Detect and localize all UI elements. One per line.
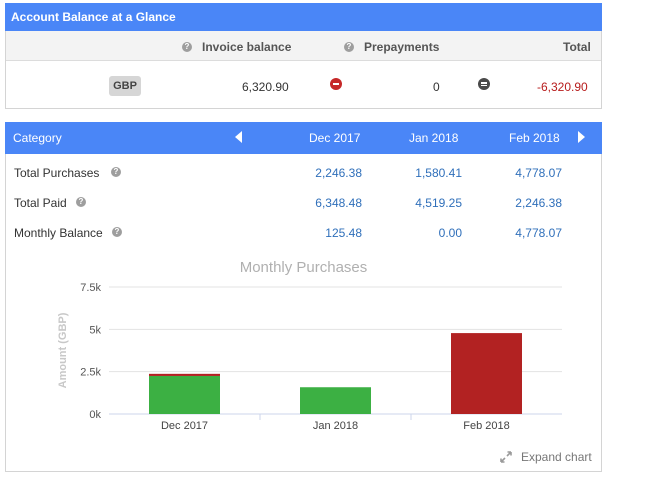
bar [300, 387, 371, 414]
monthly-purchases-chart: 0k 2.5k 5k 7.5k Amount (GBP) Dec 2017 Jan 2018… [57, 282, 562, 432]
total-paid-label: Total Paid [14, 196, 67, 210]
equals-icon [478, 78, 490, 90]
category-label: Category [13, 131, 62, 145]
account-balance-header: Account Balance at a Glance [5, 3, 602, 31]
x-tick-label: Jan 2018 [313, 420, 358, 432]
invoice-balance-header: Invoice balance [202, 40, 292, 54]
monthly-balance-dec: 125.48 [325, 226, 362, 240]
total-header: Total [563, 40, 591, 54]
expand-icon[interactable] [500, 451, 512, 463]
monthly-balance-jan: 0.00 [438, 226, 462, 240]
prepayments-value: 0 [433, 80, 440, 94]
currency-badge: GBP [109, 76, 141, 96]
account-balance-title: Account Balance at a Glance [11, 10, 176, 24]
y-tick-label: 5k [89, 324, 101, 336]
category-header: Category Dec 2017 Jan 2018 Feb 2018 [5, 122, 602, 154]
x-tick-label: Dec 2017 [161, 420, 208, 432]
next-month-arrow-icon[interactable] [578, 131, 585, 143]
bar [451, 333, 522, 414]
monthly-balance-feb: 4,778.07 [515, 226, 562, 240]
invoice-balance-value: 6,320.90 [242, 80, 289, 94]
monthly-balance-label: Monthly Balance [14, 226, 103, 240]
help-icon[interactable]: ? [111, 167, 121, 177]
total-purchases-jan: 1,580.41 [415, 166, 462, 180]
bar-segment [149, 373, 220, 376]
account-balance-panel: Account Balance at a Glance ? Invoice ba… [5, 3, 602, 109]
y-axis-title: Amount (GBP) [57, 312, 69, 388]
monthly-breakdown-panel: Category Dec 2017 Jan 2018 Feb 2018 Tota… [5, 122, 602, 472]
total-value: -6,320.90 [537, 80, 588, 94]
x-tick-label: Feb 2018 [463, 420, 509, 432]
expand-chart-link[interactable]: Expand chart [521, 450, 592, 464]
help-icon[interactable]: ? [112, 227, 122, 237]
y-tick-label: 7.5k [80, 282, 101, 294]
y-tick-label: 0k [89, 409, 101, 421]
y-tick-label: 2.5k [80, 367, 101, 379]
total-paid-jan: 4,519.25 [415, 196, 462, 210]
help-icon[interactable]: ? [344, 42, 354, 52]
minus-icon [330, 78, 342, 90]
column-feb-2018: Feb 2018 [509, 131, 560, 145]
prepayments-header: Prepayments [364, 40, 440, 54]
total-purchases-dec: 2,246.38 [315, 166, 362, 180]
help-icon[interactable]: ? [182, 42, 192, 52]
column-dec-2017: Dec 2017 [309, 131, 361, 145]
help-icon[interactable]: ? [76, 197, 86, 207]
total-paid-feb: 2,246.38 [515, 196, 562, 210]
previous-month-arrow-icon[interactable] [235, 131, 242, 143]
total-purchases-label: Total Purchases [14, 166, 100, 180]
total-paid-dec: 6,348.48 [315, 196, 362, 210]
total-purchases-feb: 4,778.07 [515, 166, 562, 180]
bar [149, 375, 220, 414]
balance-column-headers: ? Invoice balance ? Prepayments Total [6, 31, 601, 61]
column-jan-2018: Jan 2018 [409, 131, 459, 145]
